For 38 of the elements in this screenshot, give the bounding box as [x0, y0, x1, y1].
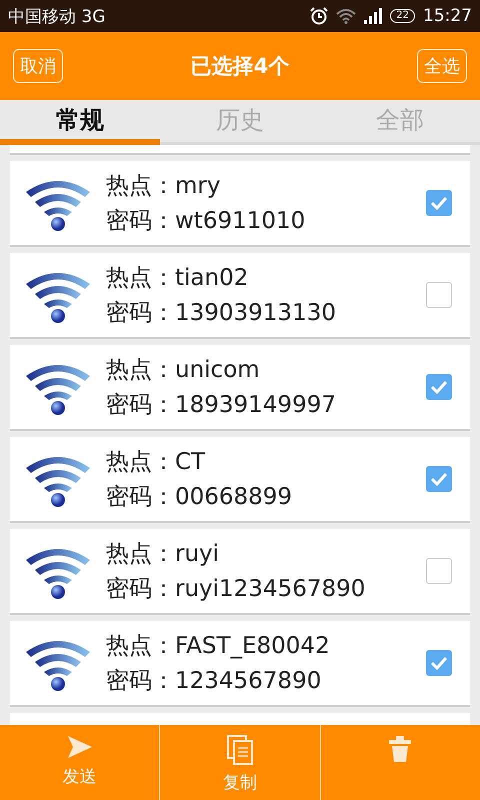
hotspot-card[interactable]: 热点：mry 密码：wt6911010: [10, 161, 470, 245]
hotspot-card[interactable]: 热点：ruyi 密码：ruyi1234567890: [10, 529, 470, 613]
checkbox[interactable]: [426, 374, 452, 400]
cell-signal-icon: [364, 8, 382, 24]
hotspot-name: 热点：CT: [106, 448, 206, 477]
check-icon: [430, 472, 448, 486]
hotspot-password: 密码：1234567890: [106, 667, 322, 696]
checkbox[interactable]: [426, 558, 452, 584]
clock-time: 15:27: [423, 6, 472, 26]
hotspot-card[interactable]: 热点：FAST_E80042 密码：1234567890: [10, 621, 470, 705]
checkbox[interactable]: [426, 650, 452, 676]
copy-icon: [226, 735, 253, 765]
hotspot-card[interactable]: 热点：tian02 密码：13903913130: [10, 253, 470, 337]
hotspot-name: 热点：mry: [106, 172, 222, 201]
check-icon: [430, 656, 448, 670]
battery-level: 22: [390, 9, 415, 23]
checkbox[interactable]: [426, 282, 452, 308]
hotspot-name: 热点：tian02: [106, 264, 250, 293]
hotspot-card[interactable]: 热点：CT 密码：00668899: [10, 437, 470, 521]
selection-title: 已选择4个: [190, 53, 290, 80]
check-icon: [430, 380, 448, 394]
hotspot-password: 密码：13903913130: [106, 299, 337, 328]
hotspot-name: 热点：FAST_E80042: [106, 632, 331, 661]
check-icon: [430, 196, 448, 210]
trash-icon: [388, 735, 412, 763]
hotspot-card[interactable]: 热点：unicom 密码：18939149997: [10, 345, 470, 429]
hotspot-password: 密码：wt6911010: [106, 207, 306, 236]
carrier-name: 中国移动 3G: [8, 6, 106, 28]
checkbox[interactable]: [426, 466, 452, 492]
hotspot-password: 密码：00668899: [106, 483, 294, 512]
alarm-icon: [310, 7, 328, 25]
hotspot-name: 热点：unicom: [106, 356, 261, 385]
hotspot-name: 热点：ruyi: [106, 540, 220, 569]
hotspot-password: 密码：18939149997: [106, 391, 337, 420]
hotspot-password: 密码：ruyi1234567890: [106, 575, 366, 604]
checkbox[interactable]: [426, 190, 452, 216]
wifi-signal-icon: [336, 8, 356, 24]
send-icon: [66, 735, 93, 759]
